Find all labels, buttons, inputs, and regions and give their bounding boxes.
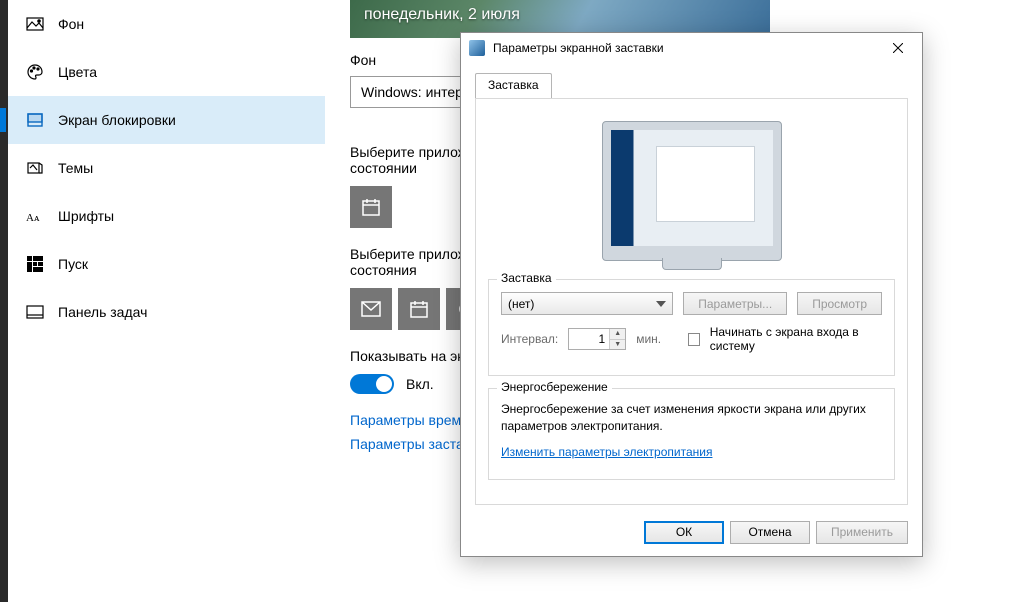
sidebar-item-taskbar[interactable]: Панель задач bbox=[8, 288, 325, 336]
dialog-footer: ОК Отмена Применить bbox=[461, 513, 922, 556]
resume-lock-label: Начинать с экрана входа в систему bbox=[710, 325, 882, 353]
preview-date-text: понедельник, 2 июля bbox=[364, 6, 520, 24]
app-tile-mail[interactable] bbox=[350, 288, 392, 330]
settings-sidebar: Фон Цвета Экран блокировки Темы Aᴀ Шрифт… bbox=[0, 0, 325, 602]
screensaver-select-value: (нет) bbox=[508, 297, 656, 311]
apply-button[interactable]: Применить bbox=[816, 521, 908, 544]
app-tile-calendar-2[interactable] bbox=[398, 288, 440, 330]
resume-lock-checkbox[interactable] bbox=[688, 333, 700, 346]
sidebar-item-label: Шрифты bbox=[58, 208, 114, 224]
sidebar-item-themes[interactable]: Темы bbox=[8, 144, 325, 192]
sidebar-item-lockscreen[interactable]: Экран блокировки bbox=[8, 96, 325, 144]
app-tile-calendar[interactable] bbox=[350, 186, 392, 228]
dialog-titlebar[interactable]: Параметры экранной заставки bbox=[461, 33, 922, 63]
start-icon bbox=[26, 255, 44, 273]
sidebar-item-label: Цвета bbox=[58, 64, 97, 80]
screensaver-preview-monitor bbox=[602, 121, 782, 261]
themes-icon bbox=[26, 159, 44, 177]
power-text: Энергосбережение за счет изменения яркос… bbox=[501, 401, 882, 435]
interval-input[interactable] bbox=[569, 329, 609, 349]
palette-icon bbox=[26, 63, 44, 81]
sidebar-item-background[interactable]: Фон bbox=[8, 0, 325, 48]
sidebar-item-start[interactable]: Пуск bbox=[8, 240, 325, 288]
screensaver-legend: Заставка bbox=[497, 271, 556, 285]
taskbar-icon bbox=[26, 303, 44, 321]
tab-screensaver[interactable]: Заставка bbox=[475, 73, 552, 98]
dialog-title-icon bbox=[469, 40, 485, 56]
picture-icon bbox=[26, 15, 44, 33]
power-legend: Энергосбережение bbox=[497, 380, 612, 394]
spinner-up[interactable]: ▲ bbox=[609, 329, 625, 339]
tab-panel: Заставка (нет) Параметры... Просмотр Инт… bbox=[475, 98, 908, 505]
lockscreen-icon bbox=[26, 111, 44, 129]
sidebar-item-fonts[interactable]: Aᴀ Шрифты bbox=[8, 192, 325, 240]
params-button[interactable]: Параметры... bbox=[683, 292, 787, 315]
sidebar-item-label: Панель задач bbox=[58, 304, 147, 320]
toggle-state-label: Вкл. bbox=[406, 376, 434, 392]
chevron-down-icon bbox=[656, 301, 666, 307]
sidebar-accent-strip bbox=[0, 0, 8, 602]
interval-unit: мин. bbox=[636, 332, 661, 346]
power-settings-link[interactable]: Изменить параметры электропитания bbox=[501, 445, 882, 459]
funfacts-toggle[interactable] bbox=[350, 374, 394, 394]
spinner-down[interactable]: ▼ bbox=[609, 339, 625, 350]
screensaver-dialog: Параметры экранной заставки Заставка Зас… bbox=[460, 32, 923, 557]
fonts-icon: Aᴀ bbox=[26, 207, 44, 225]
svg-text:Aᴀ: Aᴀ bbox=[26, 212, 40, 223]
screensaver-fieldset: Заставка (нет) Параметры... Просмотр Инт… bbox=[488, 279, 895, 376]
interval-label: Интервал: bbox=[501, 332, 558, 346]
sidebar-item-label: Пуск bbox=[58, 256, 88, 272]
sidebar-item-label: Темы bbox=[58, 160, 93, 176]
screensaver-select[interactable]: (нет) bbox=[501, 292, 673, 315]
sidebar-item-label: Фон bbox=[58, 16, 84, 32]
sidebar-item-colors[interactable]: Цвета bbox=[8, 48, 325, 96]
sidebar-item-label: Экран блокировки bbox=[58, 112, 176, 128]
interval-spinner[interactable]: ▲ ▼ bbox=[568, 328, 626, 350]
dialog-title: Параметры экранной заставки bbox=[493, 41, 882, 55]
power-fieldset: Энергосбережение Энергосбережение за сче… bbox=[488, 388, 895, 480]
cancel-button[interactable]: Отмена bbox=[730, 521, 810, 544]
preview-button[interactable]: Просмотр bbox=[797, 292, 882, 315]
close-button[interactable] bbox=[882, 36, 914, 60]
ok-button[interactable]: ОК bbox=[644, 521, 724, 544]
